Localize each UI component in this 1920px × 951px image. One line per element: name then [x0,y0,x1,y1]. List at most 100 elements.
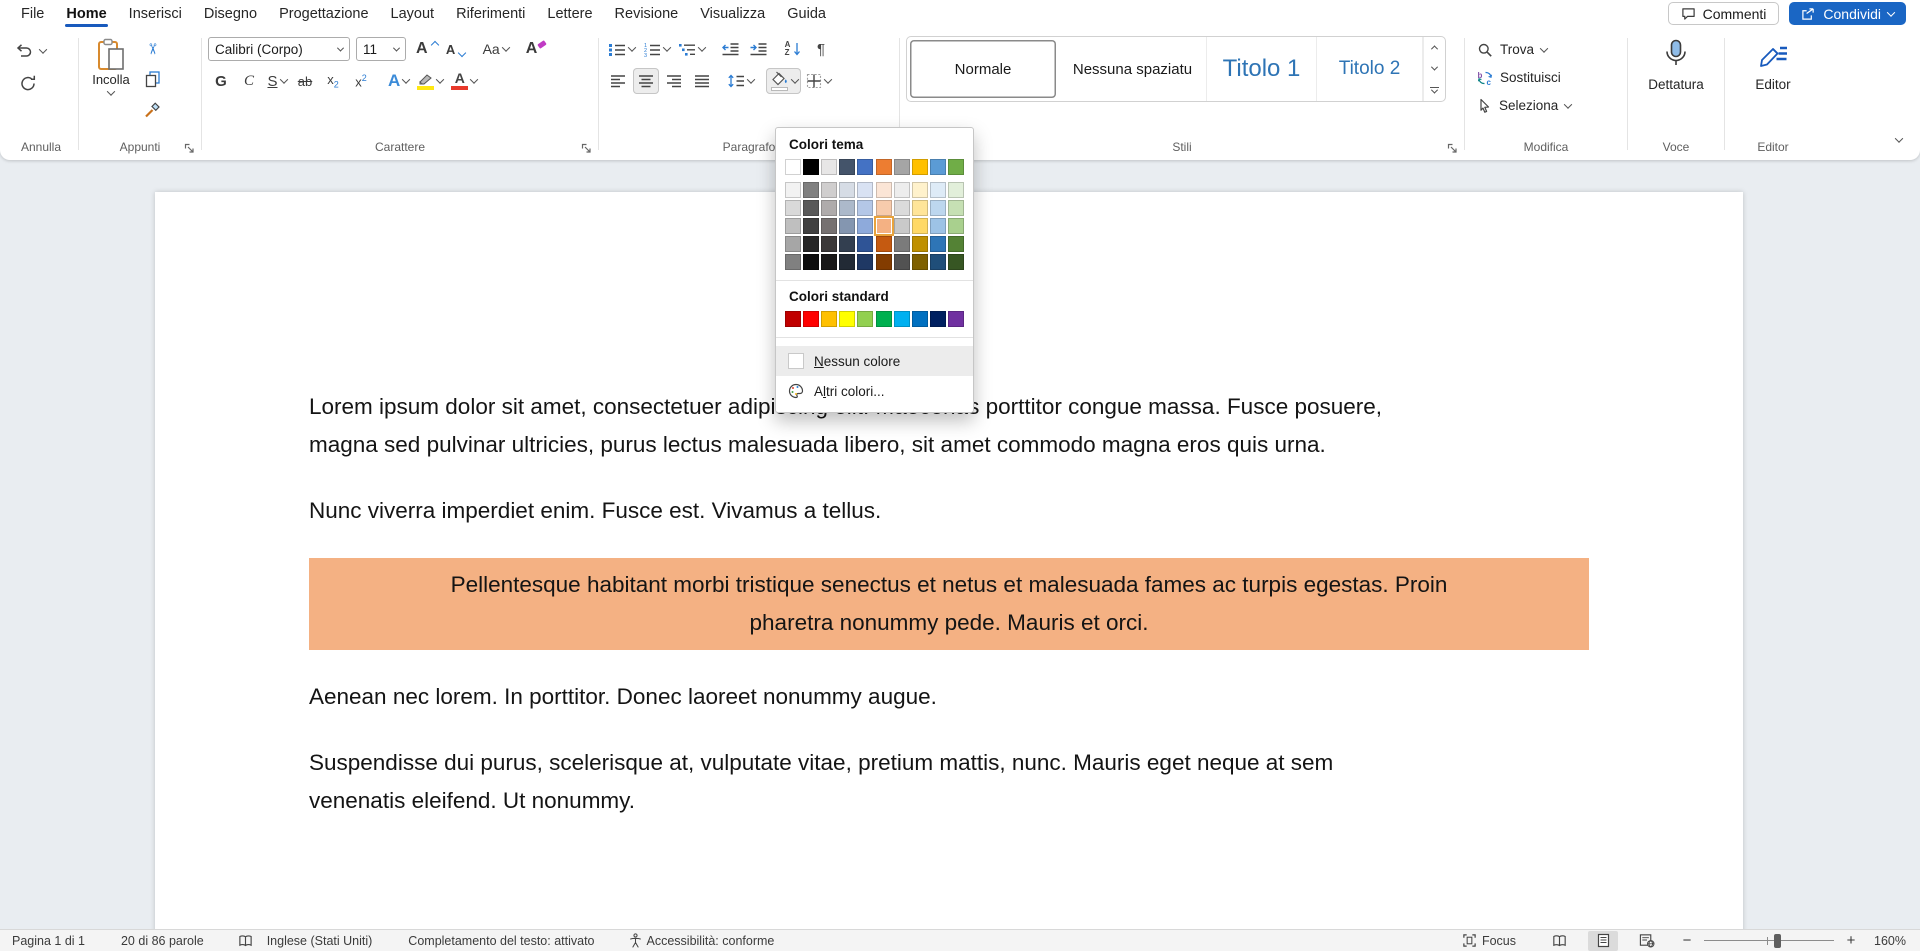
grow-font-button[interactable]: A [413,36,441,62]
zoom-slider[interactable] [1704,934,1834,948]
word-count[interactable]: 20 di 86 parole [117,930,208,951]
color-swatch[interactable] [876,218,892,234]
undo-button[interactable] [10,38,36,64]
color-swatch[interactable] [876,159,892,175]
underline-button[interactable]: S [264,68,290,94]
color-swatch[interactable] [912,311,928,327]
color-swatch[interactable] [948,159,964,175]
redo-button[interactable] [15,70,41,96]
style-titolo-2[interactable]: Titolo 2 [1317,37,1423,101]
subscript-button[interactable]: x2 [320,68,346,94]
bullets-button[interactable] [605,36,638,62]
color-swatch[interactable] [876,311,892,327]
color-swatch[interactable] [876,182,892,198]
styles-scroll-up[interactable] [1424,37,1445,58]
font-size-combo[interactable]: 11 [356,37,406,61]
carattere-dialog-launcher[interactable] [579,141,593,155]
color-swatch[interactable] [839,200,855,216]
color-swatch[interactable] [785,200,801,216]
numbering-button[interactable]: 123 [640,36,673,62]
replace-button[interactable]: bc Sostituisci [1471,65,1577,90]
paragraph[interactable]: Aenean nec lorem. In porttitor. Donec la… [309,678,1589,716]
more-colors-option[interactable]: Altri colori... [776,376,973,406]
tab-progettazione[interactable]: Progettazione [268,0,379,27]
color-swatch[interactable] [912,254,928,270]
color-swatch[interactable] [857,311,873,327]
color-swatch[interactable] [803,311,819,327]
page-indicator[interactable]: Pagina 1 di 1 [8,930,89,951]
color-swatch[interactable] [785,254,801,270]
text-effects-button[interactable]: A [385,68,412,94]
font-color-button[interactable]: A [448,68,480,94]
color-swatch[interactable] [894,236,910,252]
color-swatch[interactable] [930,236,946,252]
color-swatch[interactable] [894,254,910,270]
web-layout-button[interactable] [1632,931,1662,951]
color-swatch[interactable] [857,182,873,198]
tab-guida[interactable]: Guida [776,0,837,27]
tab-lettere[interactable]: Lettere [536,0,603,27]
strikethrough-button[interactable]: ab [292,68,318,94]
color-swatch[interactable] [821,182,837,198]
style-nessuna-spaziatura[interactable]: Nessuna spaziatu [1059,37,1207,101]
color-swatch[interactable] [785,236,801,252]
styles-scroll-down[interactable] [1424,58,1445,79]
color-swatch[interactable] [930,182,946,198]
color-swatch[interactable] [894,159,910,175]
show-formatting-button[interactable]: ¶ [808,36,834,62]
borders-button[interactable] [803,68,834,94]
color-swatch[interactable] [839,182,855,198]
line-spacing-button[interactable] [724,68,757,94]
color-swatch[interactable] [930,200,946,216]
color-swatch[interactable] [839,236,855,252]
color-swatch[interactable] [785,311,801,327]
color-swatch[interactable] [930,218,946,234]
color-swatch[interactable] [803,159,819,175]
align-left-button[interactable] [605,68,631,94]
align-right-button[interactable] [661,68,687,94]
align-center-button[interactable] [633,68,659,94]
color-swatch[interactable] [821,311,837,327]
proofing-status[interactable] [234,930,257,951]
change-case-button[interactable]: Aa [480,36,512,62]
justify-button[interactable] [689,68,715,94]
styles-gallery-more[interactable] [1424,80,1445,101]
color-swatch[interactable] [948,200,964,216]
color-swatch[interactable] [857,236,873,252]
tab-disegno[interactable]: Disegno [193,0,268,27]
format-painter-button[interactable] [139,96,165,122]
tab-file[interactable]: File [10,0,55,27]
cut-button[interactable]: ✂ [139,36,165,62]
color-swatch[interactable] [821,254,837,270]
tab-revisione[interactable]: Revisione [604,0,690,27]
language-indicator[interactable]: Inglese (Stati Uniti) [263,930,377,951]
collapse-ribbon-button[interactable] [1896,130,1902,148]
stili-dialog-launcher[interactable] [1445,141,1459,155]
print-layout-button[interactable] [1588,931,1618,951]
color-swatch[interactable] [857,218,873,234]
color-swatch[interactable] [839,218,855,234]
color-swatch[interactable] [912,200,928,216]
find-button[interactable]: Trova [1471,37,1577,62]
color-swatch[interactable] [876,236,892,252]
select-button[interactable]: Seleziona [1471,93,1577,118]
style-normale[interactable]: Normale [910,40,1056,98]
read-mode-button[interactable] [1544,931,1574,951]
color-swatch[interactable] [948,236,964,252]
superscript-button[interactable]: x2 [348,68,374,94]
share-button[interactable]: Condividi [1789,2,1906,25]
color-swatch[interactable] [803,254,819,270]
color-swatch[interactable] [821,218,837,234]
color-swatch[interactable] [821,236,837,252]
color-swatch[interactable] [876,200,892,216]
editor-button[interactable]: Editor [1734,34,1812,118]
color-swatch[interactable] [876,254,892,270]
appunti-dialog-launcher[interactable] [182,141,196,155]
tab-home[interactable]: Home [55,0,117,27]
zoom-out-icon[interactable]: − [1680,932,1694,949]
color-swatch[interactable] [839,159,855,175]
color-swatch[interactable] [803,218,819,234]
shrink-font-button[interactable]: A [443,36,469,62]
bold-button[interactable]: G [208,68,234,94]
color-swatch[interactable] [821,159,837,175]
